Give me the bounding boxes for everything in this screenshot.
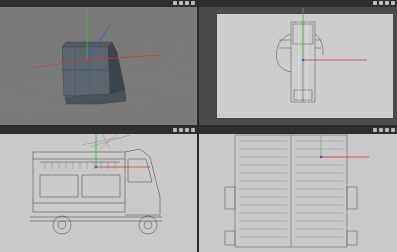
front-viewport[interactable] — [0, 127, 197, 252]
truck-model — [61, 41, 127, 105]
perspective-viewport[interactable] — [0, 0, 197, 125]
move-icon[interactable] — [173, 128, 177, 132]
rotate-icon[interactable] — [379, 1, 383, 5]
viewport-nav-tools[interactable] — [173, 128, 195, 132]
right-viewport[interactable] — [199, 0, 397, 125]
viewport-menu — [0, 0, 197, 7]
rotate-icon[interactable] — [179, 128, 183, 132]
rotate-icon[interactable] — [379, 128, 383, 132]
maximize-icon[interactable] — [191, 128, 195, 132]
move-icon[interactable] — [173, 1, 177, 5]
viewport-menu — [199, 127, 397, 134]
move-icon[interactable] — [373, 128, 377, 132]
top-viewport[interactable] — [199, 127, 397, 252]
truck-top-wireframe — [224, 134, 358, 248]
zoom-icon[interactable] — [185, 1, 189, 5]
right-scene — [217, 8, 393, 118]
maximize-icon[interactable] — [391, 128, 395, 132]
maximize-icon[interactable] — [191, 1, 195, 5]
zoom-icon[interactable] — [385, 128, 389, 132]
viewport-divider-horizontal[interactable] — [0, 125, 397, 127]
move-icon[interactable] — [373, 1, 377, 5]
perspective-scene — [0, 3, 197, 125]
maximize-icon[interactable] — [391, 1, 395, 5]
front-scene — [30, 129, 162, 235]
viewport-nav-tools[interactable] — [173, 1, 195, 5]
viewport-menu — [199, 0, 397, 7]
rotate-icon[interactable] — [179, 1, 183, 5]
zoom-icon[interactable] — [385, 1, 389, 5]
viewport-menu — [0, 127, 197, 134]
viewport-nav-tools[interactable] — [373, 128, 395, 132]
viewport-nav-tools[interactable] — [373, 1, 395, 5]
top-scene — [224, 134, 369, 248]
zoom-icon[interactable] — [185, 128, 189, 132]
ortho-area — [217, 14, 393, 118]
